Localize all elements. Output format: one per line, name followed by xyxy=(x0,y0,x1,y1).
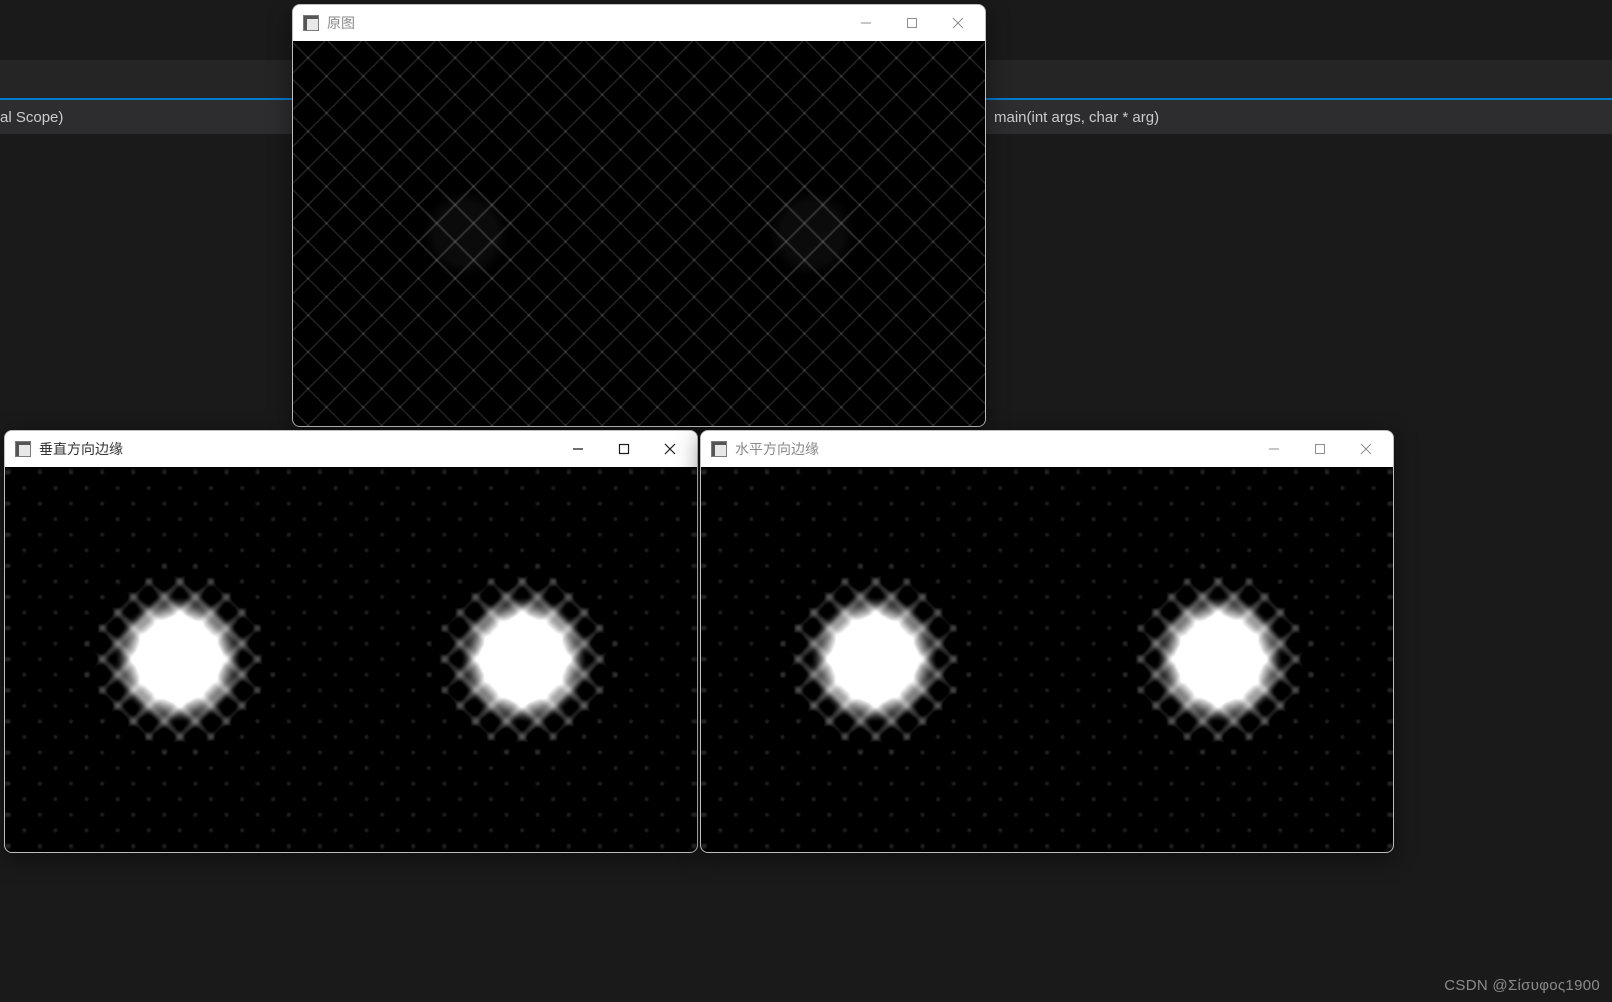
maximize-button[interactable] xyxy=(601,433,647,465)
breadcrumb-scope: al Scope) xyxy=(0,109,63,126)
maximize-button[interactable] xyxy=(889,7,935,39)
horizontal-edge-image xyxy=(701,467,1393,852)
app-icon xyxy=(711,441,727,457)
minimize-button[interactable] xyxy=(555,433,601,465)
titlebar[interactable]: 垂直方向边缘 xyxy=(5,431,697,467)
window-title: 水平方向边缘 xyxy=(735,439,1251,459)
app-icon xyxy=(303,15,319,31)
breadcrumb-function: main(int args, char * arg) xyxy=(994,109,1159,126)
image-viewport xyxy=(5,467,697,852)
original-image xyxy=(293,41,985,426)
vertical-edge-image xyxy=(5,467,697,852)
close-button[interactable] xyxy=(935,7,981,39)
window-title: 垂直方向边缘 xyxy=(39,439,555,459)
minimize-button[interactable] xyxy=(843,7,889,39)
app-icon xyxy=(15,441,31,457)
window-title: 原图 xyxy=(327,13,843,33)
titlebar[interactable]: 原图 xyxy=(293,5,985,41)
window-original[interactable]: 原图 xyxy=(292,4,986,427)
minimize-button[interactable] xyxy=(1251,433,1297,465)
watermark: CSDN @Σίσυφος1900 xyxy=(1444,977,1600,994)
image-viewport xyxy=(293,41,985,426)
image-viewport xyxy=(701,467,1393,852)
close-button[interactable] xyxy=(647,433,693,465)
titlebar[interactable]: 水平方向边缘 xyxy=(701,431,1393,467)
window-horizontal-edges[interactable]: 水平方向边缘 xyxy=(700,430,1394,853)
maximize-button[interactable] xyxy=(1297,433,1343,465)
window-vertical-edges[interactable]: 垂直方向边缘 xyxy=(4,430,698,853)
close-button[interactable] xyxy=(1343,433,1389,465)
